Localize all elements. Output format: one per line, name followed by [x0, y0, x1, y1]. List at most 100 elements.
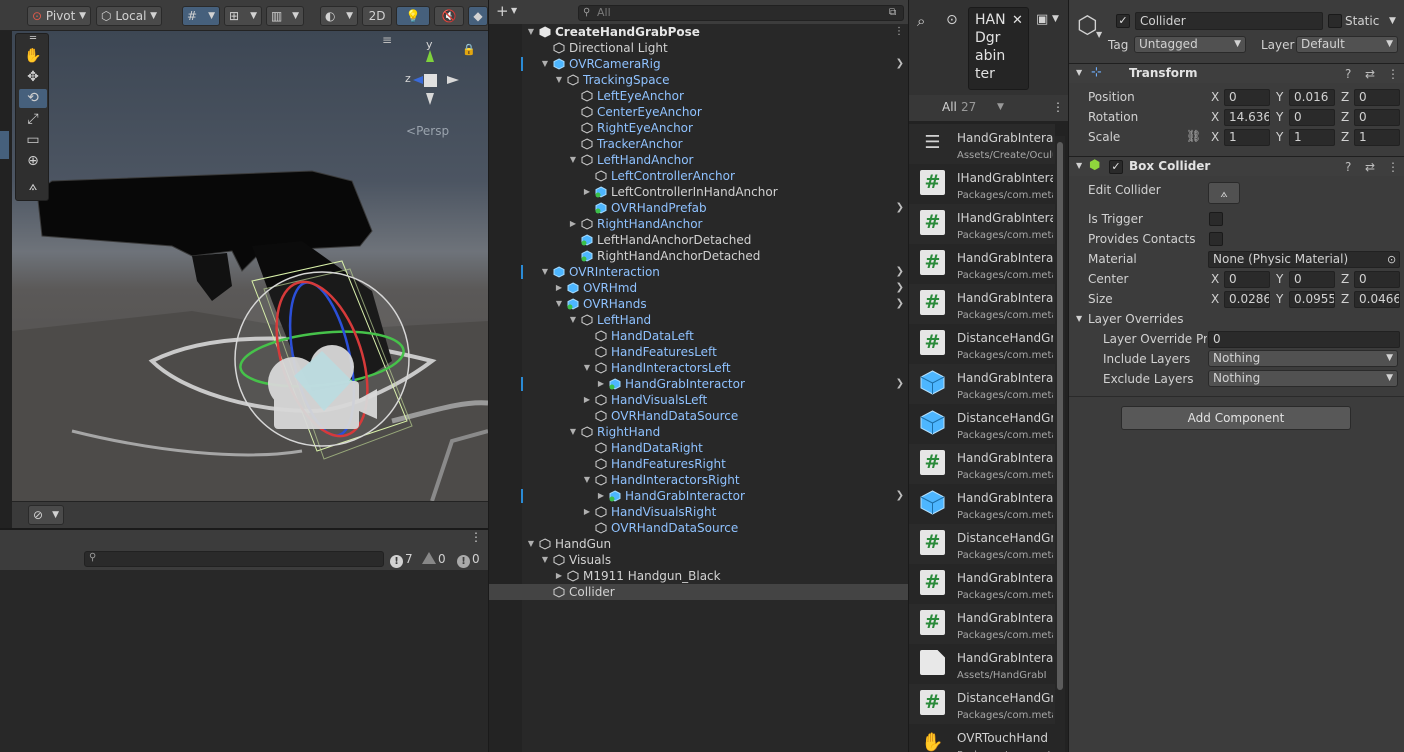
project-menu-icon[interactable]: ⋮ [1052, 100, 1064, 114]
perspective-label[interactable]: <Persp [406, 124, 449, 138]
project-asset-item[interactable]: # HandGrabInteractable Packages/com.meta [909, 284, 1055, 324]
rect-tool-icon[interactable]: ▭ [19, 131, 47, 150]
scale-tool-icon[interactable]: ⤢ [19, 110, 47, 129]
hierarchy-row[interactable]: ▼ HandInteractorsLeft [489, 360, 908, 376]
project-asset-item[interactable]: DistanceHandGrab Packages/com.meta [909, 404, 1055, 444]
help-icon[interactable]: ? [1345, 67, 1351, 81]
expand-down-icon[interactable]: ▼ [554, 72, 564, 88]
expand-right-icon[interactable]: ▶ [582, 504, 592, 520]
expand-down-icon[interactable]: ▼ [540, 552, 550, 568]
position-y-field[interactable]: 0.016 [1289, 89, 1335, 106]
hierarchy-row[interactable]: ▶ HandGrabInteractor ❯ [489, 376, 908, 392]
hierarchy-row[interactable]: RightEyeAnchor [489, 120, 908, 136]
project-asset-item[interactable]: # HandGrabInteractor Packages/com.meta [909, 564, 1055, 604]
add-icon[interactable]: + [496, 2, 509, 20]
console-warning-count[interactable]: 0 [422, 551, 446, 567]
layer-override-priority-field[interactable]: 0 [1208, 331, 1400, 348]
tag-dropdown[interactable]: Untagged ▼ [1134, 36, 1246, 53]
component-menu-icon[interactable]: ⋮ [1387, 67, 1399, 81]
expand-right-icon[interactable]: ▶ [582, 392, 592, 408]
hierarchy-row[interactable]: ▶ LeftControllerInHandAnchor [489, 184, 908, 200]
shading-mode-button[interactable]: ◐ ▼ [320, 6, 358, 26]
hierarchy-row[interactable]: ▶ HandGrabInteractor ❯ [489, 488, 908, 504]
scene-viewport[interactable]: y z 🔒 ≡ [12, 31, 488, 501]
hierarchy-row[interactable]: HandDataRight [489, 440, 908, 456]
hierarchy-row[interactable]: ▼ Visuals [489, 552, 908, 568]
custom-tool-icon[interactable]: ⟑ [19, 177, 47, 196]
expand-down-icon[interactable]: ▼ [526, 24, 536, 40]
mode-2d-toggle[interactable]: 2D [362, 6, 392, 26]
edit-collider-button[interactable]: ⟑ [1208, 182, 1240, 204]
center-x-field[interactable]: 0 [1224, 271, 1270, 288]
material-field[interactable]: None (Physic Material) ⊙ [1208, 251, 1400, 268]
position-z-field[interactable]: 0 [1354, 89, 1400, 106]
open-prefab-icon[interactable]: ❯ [896, 280, 904, 296]
hierarchy-row[interactable]: OVRHandDataSource [489, 408, 908, 424]
hierarchy-row[interactable]: ▶ OVRHmd ❯ [489, 280, 908, 296]
effects-toggle[interactable]: ◆ [468, 6, 488, 26]
preset-icon[interactable]: ⇄ [1365, 67, 1375, 81]
hierarchy-row[interactable]: ▶ HandVisualsRight [489, 504, 908, 520]
project-asset-item[interactable]: # DistanceHandGrab Packages/com.meta [909, 524, 1055, 564]
component-menu-icon[interactable]: ⋮ [1387, 160, 1399, 174]
save-search-icon[interactable]: ▣ [1036, 12, 1048, 27]
hierarchy-row[interactable]: OVRHandPrefab ❯ [489, 200, 908, 216]
project-asset-item[interactable]: # IHandGrabInteractor Packages/com.meta [909, 164, 1055, 204]
search-filter-icon[interactable]: ⌕ [917, 12, 925, 30]
hierarchy-search-input[interactable]: ⚲ All ⧉ [578, 5, 904, 21]
pivot-dropdown[interactable]: ⊙ Pivot ▼ [27, 6, 91, 26]
grid-snap-button[interactable]: # ▼ [182, 6, 220, 26]
rotation-z-field[interactable]: 0 [1354, 109, 1400, 126]
project-asset-item[interactable]: # DistanceHandGrab Packages/com.meta [909, 684, 1055, 724]
expand-down-icon[interactable]: ▼ [554, 296, 564, 312]
project-asset-item[interactable]: HandGrabInteractor Packages/com.meta [909, 484, 1055, 524]
local-dropdown[interactable]: ⬡ Local ▼ [96, 6, 162, 26]
is-trigger-checkbox[interactable] [1209, 212, 1223, 226]
lighting-toggle[interactable]: 💡 [396, 6, 430, 26]
expand-right-icon[interactable]: ▶ [554, 280, 564, 296]
hierarchy-row[interactable]: Collider [489, 584, 908, 600]
hierarchy-row[interactable]: ▼ LeftHand [489, 312, 908, 328]
rotation-x-field[interactable]: 14.636 [1224, 109, 1270, 126]
orientation-gizmo[interactable]: y z [395, 38, 465, 115]
hierarchy-row[interactable]: Directional Light [489, 40, 908, 56]
open-prefab-icon[interactable]: ❯ [896, 200, 904, 216]
expand-down-icon[interactable]: ▼ [540, 264, 550, 280]
hierarchy-row[interactable]: ▼ OVRInteraction ❯ [489, 264, 908, 280]
expand-right-icon[interactable]: ▶ [554, 568, 564, 584]
project-asset-item[interactable]: ☰ HandGrabInteractor Assets/Create/Oculus [909, 124, 1055, 164]
exclude-layers-dropdown[interactable]: Nothing ▼ [1208, 370, 1398, 387]
console-log-count[interactable]: ! 7 [390, 551, 413, 568]
project-asset-item[interactable]: HandGrabInteractor Assets/HandGrabI [909, 644, 1055, 684]
expand-down-icon[interactable]: ▼ [568, 312, 578, 328]
hand-tool-icon[interactable]: ✋ [19, 47, 47, 66]
chevron-down-icon[interactable]: ▼ [1389, 16, 1396, 26]
console-error-count[interactable]: ! 0 [457, 551, 480, 568]
hierarchy-row[interactable]: TrackerAnchor [489, 136, 908, 152]
viewport-menu-icon[interactable]: ≡ [382, 33, 392, 47]
expand-right-icon[interactable]: ▶ [582, 184, 592, 200]
gizmo-overlay-button[interactable]: ⊘ ▼ [28, 505, 64, 525]
chevron-down-icon[interactable]: ▼ [1096, 30, 1102, 39]
open-prefab-icon[interactable]: ❯ [896, 56, 904, 72]
provides-contacts-checkbox[interactable] [1209, 232, 1223, 246]
hierarchy-row[interactable]: LeftControllerAnchor [489, 168, 908, 184]
hierarchy-row[interactable]: ▼ TrackingSpace [489, 72, 908, 88]
chevron-down-icon[interactable]: ▼ [1076, 314, 1082, 323]
hierarchy-row[interactable]: ▶ HandVisualsLeft [489, 392, 908, 408]
open-prefab-icon[interactable]: ❯ [896, 488, 904, 504]
object-picker-icon[interactable]: ⊙ [1387, 252, 1396, 267]
console-menu-icon[interactable]: ⋮ [470, 530, 482, 544]
scrollbar-thumb[interactable] [1057, 142, 1063, 690]
chevron-down-icon[interactable]: ▼ [1052, 14, 1059, 24]
hierarchy-row[interactable]: CenterEyeAnchor [489, 104, 908, 120]
project-asset-item[interactable]: HandGrabInteractor Packages/com.meta [909, 364, 1055, 404]
hierarchy-row[interactable]: HandFeaturesLeft [489, 344, 908, 360]
project-asset-item[interactable]: # HandGrabInteractor Packages/com.meta [909, 444, 1055, 484]
rotate-tool-icon[interactable]: ⟲ [19, 89, 47, 108]
project-asset-item[interactable]: # HandGrabInteractor Packages/com.meta [909, 604, 1055, 644]
expand-down-icon[interactable]: ▼ [540, 56, 550, 72]
help-icon[interactable]: ? [1345, 160, 1351, 174]
hierarchy-row[interactable]: ▼ CreateHandGrabPose ⋮ [489, 24, 908, 40]
grid-visibility-button[interactable]: ▥ ▼ [266, 6, 304, 26]
